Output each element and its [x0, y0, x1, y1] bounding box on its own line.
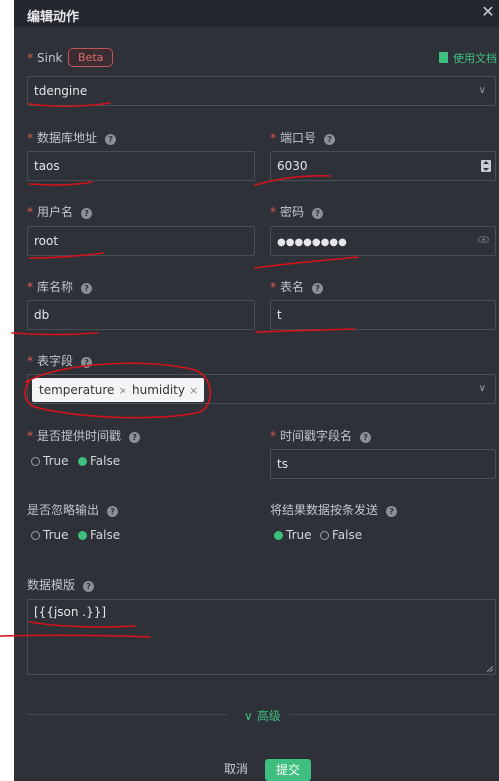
divider-left	[27, 714, 227, 715]
send-single-true[interactable]: True	[274, 528, 312, 542]
help-icon[interactable]: ?	[83, 581, 95, 592]
panel-title: 编辑动作	[27, 10, 80, 25]
send-single-false[interactable]: False	[320, 528, 362, 542]
help-icon[interactable]: ?	[324, 134, 336, 145]
table-name-label: * 表名?	[270, 279, 324, 295]
doc-link[interactable]: 使用文档	[439, 50, 497, 66]
help-icon[interactable]: ?	[386, 506, 398, 517]
help-icon[interactable]: ?	[81, 208, 93, 219]
edit-action-panel: 编辑动作 ✕ * Sink Beta 使用文档 tdengine ∨ * 数据库地址?…	[14, 0, 499, 781]
help-icon[interactable]: ?	[312, 283, 324, 294]
provide-timestamp-true[interactable]: True	[31, 454, 69, 468]
port-input[interactable]: 6030	[270, 151, 496, 181]
sink-label: * Sink	[27, 51, 63, 65]
port-label: * 端口号?	[270, 130, 336, 146]
document-icon	[439, 52, 448, 63]
help-icon[interactable]: ?	[105, 134, 117, 145]
table-name-input[interactable]: t	[270, 300, 496, 330]
chevron-down-icon: ∨	[244, 709, 253, 723]
db-address-input[interactable]: taos	[27, 151, 255, 181]
help-icon[interactable]: ?	[107, 506, 119, 517]
help-icon[interactable]: ?	[129, 432, 141, 443]
divider-right	[289, 714, 496, 715]
number-stepper-icon[interactable]	[481, 160, 491, 172]
db-name-input[interactable]: db	[27, 300, 255, 330]
tag-humidity: humidity ×	[125, 378, 205, 402]
password-input[interactable]: ●●●●●●●●	[270, 226, 496, 256]
help-icon[interactable]: ?	[312, 208, 324, 219]
omit-if-empty-false[interactable]: False	[78, 528, 120, 542]
remove-tag-icon[interactable]: ×	[189, 384, 198, 397]
tag-temperature: temperature ×	[32, 378, 134, 402]
chevron-down-icon: ∨	[478, 85, 486, 96]
username-label: * 用户名?	[27, 204, 93, 220]
send-single-label: 将结果数据按条发送?	[270, 502, 398, 518]
beta-badge: Beta	[68, 48, 114, 67]
provide-timestamp-false[interactable]: False	[78, 454, 120, 468]
timestamp-field-input[interactable]: ts	[270, 449, 496, 479]
table-fields-select[interactable]: temperature × humidity × ∨	[27, 374, 496, 404]
provide-timestamp-label: * 是否提供时间戳?	[27, 428, 141, 444]
data-template-label: 数据模版?	[27, 577, 95, 593]
password-label: * 密码?	[270, 204, 324, 220]
data-template-textarea[interactable]: [{{json .}}]	[27, 599, 496, 675]
omit-if-empty-true[interactable]: True	[31, 528, 69, 542]
help-icon[interactable]: ?	[81, 357, 93, 368]
advanced-toggle[interactable]: ∨ 高级	[244, 707, 281, 724]
table-fields-label: * 表字段?	[27, 353, 93, 369]
username-input[interactable]: root	[27, 226, 255, 256]
eye-icon[interactable]	[478, 236, 489, 243]
sink-select[interactable]: tdengine ∨	[27, 76, 496, 106]
help-icon[interactable]: ?	[81, 283, 93, 294]
cancel-button[interactable]: 取消	[224, 760, 248, 777]
db-name-label: * 库名称?	[27, 279, 93, 295]
panel-header: 编辑动作 ✕	[14, 0, 499, 27]
timestamp-field-label: * 时间戳字段名?	[270, 428, 372, 444]
omit-if-empty-label: 是否忽略输出?	[27, 502, 119, 518]
submit-button[interactable]: 提交	[265, 759, 311, 781]
resize-handle-icon[interactable]	[487, 666, 493, 672]
chevron-down-icon: ∨	[478, 383, 486, 394]
help-icon[interactable]: ?	[360, 432, 372, 443]
db-address-label: * 数据库地址?	[27, 130, 117, 146]
close-icon[interactable]: ✕	[479, 3, 497, 21]
